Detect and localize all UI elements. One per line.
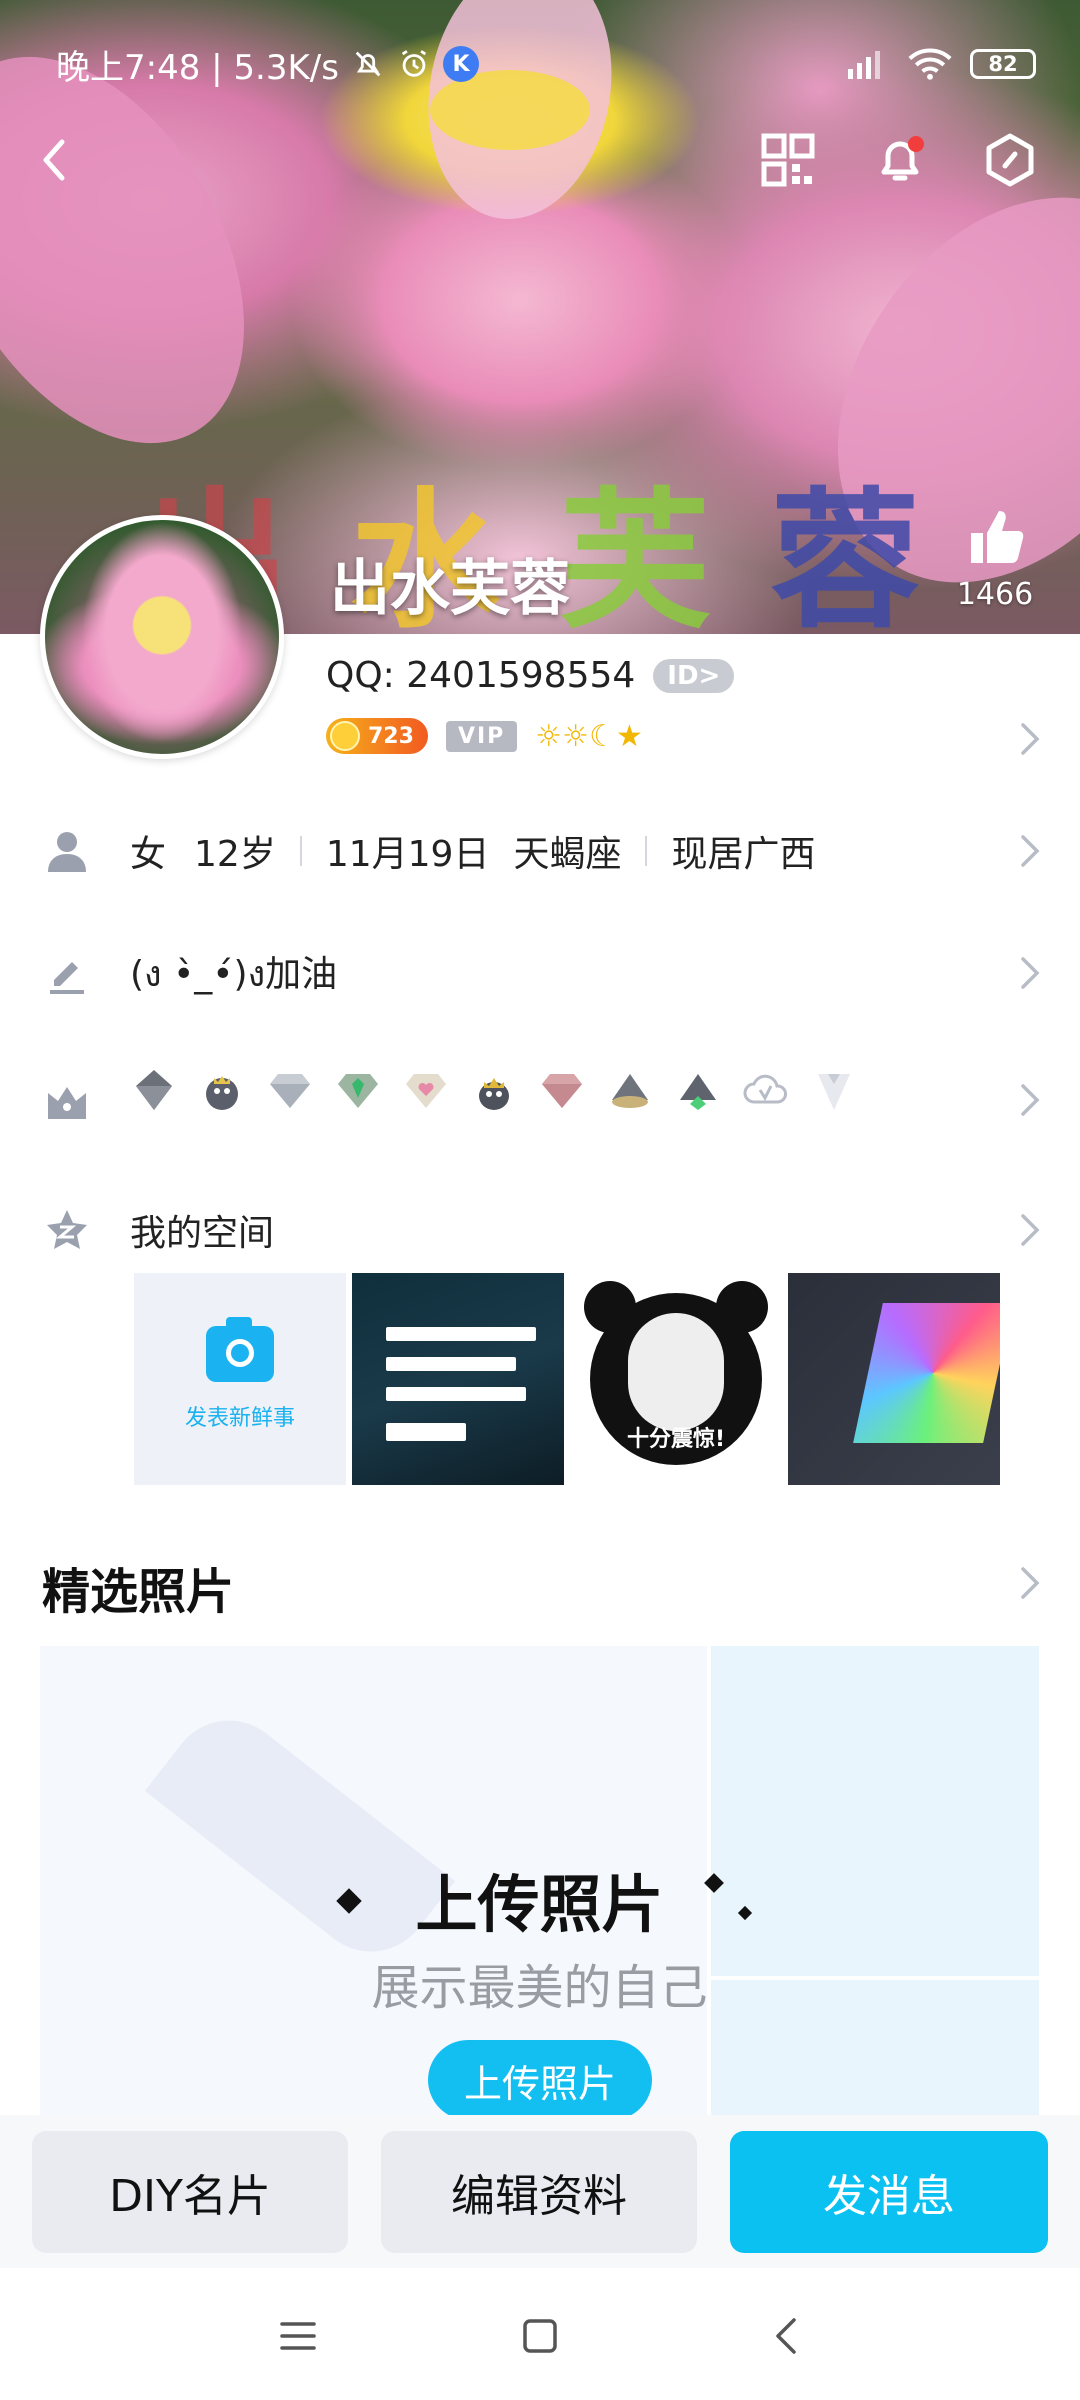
upload-photo-card[interactable]: 上传照片 展示最美的自己 上传照片 (40, 1646, 1039, 2116)
back-arrow-icon[interactable] (26, 130, 86, 190)
featured-photos-title: 精选照片 (42, 1564, 235, 1620)
crowned-penguin-icon (479, 1078, 509, 1110)
status-time: 晚上7:48 | 5.3K/s (56, 47, 339, 88)
birthday: 11月19日 (325, 834, 490, 875)
qzone-photo[interactable] (352, 1273, 564, 1485)
upload-subtitle: 展示最美的自己 (371, 1960, 708, 2016)
person-icon (48, 832, 86, 872)
medal-icons[interactable] (130, 1066, 858, 1114)
photo-detail (386, 1357, 516, 1371)
menu-icon[interactable] (274, 2312, 322, 2360)
qzone-star-icon (47, 1210, 87, 1249)
pink-heart-diamond-icon (406, 1074, 446, 1108)
rose-diamond-icon (542, 1074, 582, 1108)
chevron-right-icon (1021, 835, 1040, 867)
upload-heading: 上传照片 (415, 1868, 664, 1941)
photo-detail (853, 1303, 1000, 1443)
qzone-thumbnails: 发表新鲜事 十分震惊! (134, 1273, 1000, 1485)
signature-row[interactable]: (ง •̀_•́)ง加油 (0, 933, 1080, 1013)
send-message-button[interactable]: 发消息 (730, 2131, 1048, 2253)
chevron-right-icon[interactable] (1018, 1564, 1042, 1602)
constellation: 天蝎座 (513, 834, 622, 875)
cloud-v-icon (743, 1074, 787, 1104)
qq-number-line[interactable]: QQ: 2401598554 ID> (326, 655, 735, 696)
post-new-button[interactable]: 发表新鲜事 (134, 1273, 346, 1485)
coin-icon (330, 721, 360, 751)
penguin-hat-icon (612, 1074, 648, 1108)
upload-photo-button[interactable]: 上传照片 (428, 2040, 652, 2116)
photo-detail (386, 1423, 466, 1441)
photo-detail (386, 1327, 536, 1341)
signal-icon (848, 51, 880, 79)
id-badge[interactable]: ID> (653, 658, 735, 693)
pencil-icon (50, 962, 84, 994)
silver-diamond-icon (270, 1074, 310, 1108)
chevron-right-icon (1021, 1084, 1040, 1116)
coin-level-value: 723 (368, 723, 414, 749)
post-new-label: 发表新鲜事 (184, 1406, 295, 1431)
avatar[interactable] (40, 515, 284, 759)
qzone-photo[interactable]: 十分震惊! (570, 1273, 782, 1485)
green-diamond-icon (338, 1074, 378, 1108)
home-square-icon[interactable] (516, 2312, 564, 2360)
age: 12岁 (194, 834, 276, 875)
settings-hexagon-icon[interactable] (980, 130, 1040, 190)
meme-caption: 十分震惊! (626, 1427, 726, 1452)
qr-code-icon[interactable] (758, 130, 818, 190)
gray-gem-icon (136, 1070, 172, 1110)
signature: (ง •̀_•́)ง加油 (130, 953, 338, 995)
crown-icon (48, 1087, 86, 1119)
tuxedo-icon (818, 1074, 850, 1110)
chevron-right-icon (1021, 957, 1040, 989)
qzone-label: 我的空间 (130, 1213, 275, 1254)
meme-face (628, 1313, 724, 1431)
vip-badge: VIP (445, 720, 518, 752)
battery-level: 82 (988, 52, 1018, 76)
qzone-row[interactable]: 我的空间 (0, 1190, 1080, 1270)
divider (645, 836, 648, 866)
photo-detail (386, 1387, 526, 1401)
level-badges[interactable]: 723 VIP ☼☼☾★ (326, 718, 643, 754)
penguin-crown-icon (206, 1076, 238, 1110)
notification-bell-icon[interactable] (870, 130, 930, 190)
k-badge-icon: K (442, 46, 479, 82)
coin-level-badge: 723 (326, 718, 428, 754)
bottom-action-bar: DIY名片 编辑资料 发消息 (0, 2115, 1080, 2268)
edit-profile-button[interactable]: 编辑资料 (381, 2131, 697, 2253)
mute-bell-icon (355, 51, 381, 77)
personal-info-row[interactable]: 女 12岁 11月19日 天蝎座 现居广西 (0, 811, 1080, 891)
qzone-photo[interactable] (788, 1273, 1000, 1485)
like-button[interactable]: 1466 (940, 505, 1050, 612)
battery-icon: 82 (970, 49, 1036, 79)
thumbs-up-icon (971, 511, 1024, 563)
back-icon[interactable] (764, 2312, 812, 2360)
qq-number: QQ: 2401598554 (326, 655, 636, 696)
camera-icon (206, 1317, 274, 1382)
wifi-icon (908, 48, 952, 80)
divider (299, 836, 302, 866)
nickname: 出水芙蓉 (330, 554, 570, 624)
gender: 女 (130, 834, 167, 875)
chevron-right-icon (1021, 1214, 1040, 1246)
qq-level-icons: ☼☼☾★ (535, 718, 643, 754)
location: 现居广西 (671, 834, 816, 875)
system-nav-bar (0, 2268, 1080, 2400)
alarm-icon (401, 50, 427, 77)
like-count: 1466 (956, 577, 1034, 612)
penguin-gem-icon (680, 1074, 716, 1110)
status-bar: 晚上7:48 | 5.3K/s K 82 (56, 40, 1036, 88)
diy-card-button[interactable]: DIY名片 (32, 2131, 348, 2253)
chevron-right-icon[interactable] (1018, 720, 1042, 758)
